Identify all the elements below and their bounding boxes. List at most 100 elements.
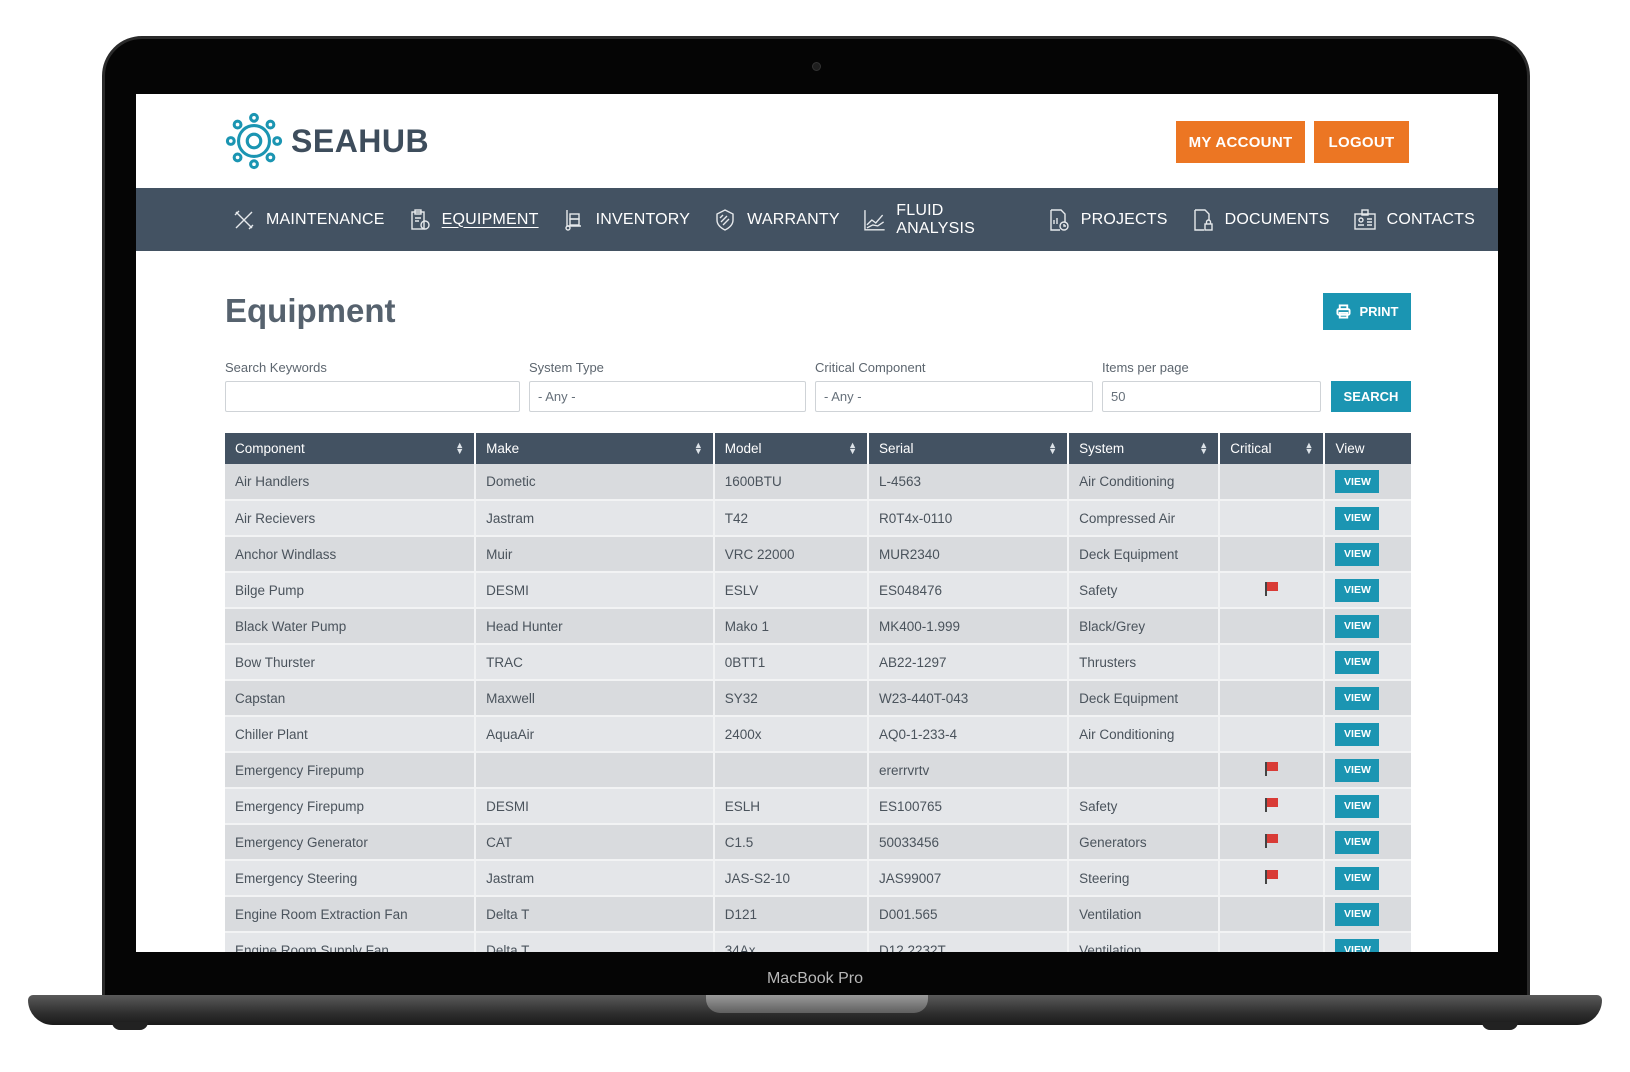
filter-items-per-page: Items per page 50 [1102, 360, 1321, 412]
view-button[interactable]: VIEW [1335, 794, 1380, 818]
column-header-critical[interactable]: Critical ▲ ▼ [1219, 433, 1326, 464]
keywords-input[interactable] [225, 381, 520, 412]
tools-icon [234, 210, 254, 229]
critical-flag-icon [1264, 581, 1279, 596]
cell-model: SY32 [713, 680, 870, 717]
cell-serial: MK400-1.999 [868, 608, 1070, 645]
view-button[interactable]: VIEW [1335, 686, 1380, 710]
print-label: PRINT [1359, 304, 1399, 319]
cell-system: Ventilation [1068, 896, 1221, 933]
id-badge-icon [1353, 208, 1376, 230]
cell-critical [1219, 500, 1326, 537]
cell-model: D121 [713, 896, 870, 933]
cell-critical [1219, 932, 1326, 952]
cell-critical [1219, 788, 1326, 825]
view-button[interactable]: VIEW [1335, 866, 1380, 890]
nav-item-maintenance[interactable]: MAINTENANCE [232, 208, 385, 232]
cell-make: Delta T [475, 896, 715, 933]
cell-make: Head Hunter [475, 608, 715, 645]
items-per-page-input[interactable]: 50 [1102, 381, 1321, 412]
view-button[interactable]: VIEW [1335, 542, 1380, 566]
column-header-component[interactable]: Component ▲ ▼ [225, 433, 477, 464]
cell-model: ESLH [713, 788, 870, 825]
cell-view: VIEW [1324, 464, 1411, 501]
table-row: Anchor Windlass Muir VRC 22000 MUR2340 Deck … [225, 536, 1411, 573]
cell-view: VIEW [1324, 572, 1411, 609]
nav-item-projects[interactable]: PROJECTS [1047, 208, 1168, 232]
logo-text: SEAHUB [291, 122, 430, 159]
system-type-select[interactable]: - Any - [529, 381, 806, 412]
nav-item-equipment[interactable]: EQUIPMENT [408, 208, 539, 232]
clipboard-gear-icon [410, 208, 430, 230]
line-chart-icon [863, 209, 885, 231]
cell-component: Emergency Generator [225, 824, 477, 861]
cell-make: Maxwell [475, 680, 715, 717]
table-body: Air Handlers Dometic 1600BTU L-4563 Air Cond… [225, 464, 1411, 952]
logout-button[interactable]: LOGOUT [1314, 121, 1409, 163]
nav-item-inventory[interactable]: INVENTORY [562, 208, 691, 232]
cell-serial: MUR2340 [868, 536, 1070, 573]
sort-icon: ▲ ▼ [1199, 440, 1209, 456]
column-header-model[interactable]: Model ▲ ▼ [713, 433, 870, 464]
cell-make: AquaAir [475, 716, 715, 753]
view-button[interactable]: VIEW [1335, 470, 1380, 493]
nav-item-fluid-analysis[interactable]: FLUID ANALYSIS [863, 202, 1024, 238]
cell-component: Bilge Pump [225, 572, 477, 609]
device-label: MacBook Pro [766, 970, 864, 987]
critical-flag-icon [1264, 797, 1279, 812]
cell-serial: ererrvrtv [868, 752, 1070, 789]
nav-item-documents[interactable]: DOCUMENTS [1191, 208, 1330, 232]
table-row: Engine Room Extraction Fan Delta T D121 D00… [225, 896, 1411, 933]
cell-view: VIEW [1324, 500, 1411, 537]
view-button[interactable]: VIEW [1335, 578, 1380, 602]
nav-label: DOCUMENTS [1224, 210, 1330, 228]
view-button[interactable]: VIEW [1335, 938, 1380, 952]
view-button[interactable]: VIEW [1335, 614, 1380, 638]
cell-critical [1219, 644, 1326, 681]
cell-component: Emergency Firepump [225, 752, 477, 789]
cell-critical [1219, 572, 1326, 609]
column-label: Model [724, 441, 762, 456]
nav-item-warranty[interactable]: WARRANTY [713, 208, 840, 232]
search-button[interactable]: SEARCH [1331, 381, 1411, 412]
print-button[interactable]: PRINT [1323, 293, 1411, 330]
table-row: Engine Room Supply Fan Delta T 34Ax D12.223… [225, 932, 1411, 952]
laptop-foot [112, 1022, 148, 1030]
nav-label: CONTACTS [1386, 210, 1475, 228]
cell-component: Anchor Windlass [225, 536, 477, 573]
view-button[interactable]: VIEW [1335, 722, 1380, 746]
table-row: Black Water Pump Head Hunter Mako 1 MK400-1… [225, 608, 1411, 645]
nav-label: INVENTORY [595, 210, 691, 228]
logo[interactable]: SEAHUB [225, 112, 429, 170]
critical-component-select[interactable]: - Any - [815, 381, 1093, 412]
cell-view: VIEW [1324, 644, 1411, 681]
table-row: Emergency Generator CAT C1.5 50033456 Genera… [225, 824, 1411, 861]
cell-view: VIEW [1324, 824, 1411, 861]
filter-critical-component: Critical Component - Any - [815, 360, 1093, 412]
view-button[interactable]: VIEW [1335, 758, 1380, 782]
cell-system: Deck Equipment [1068, 680, 1221, 717]
column-header-make[interactable]: Make ▲ ▼ [475, 433, 715, 464]
cell-critical [1219, 680, 1326, 717]
nav-item-contacts[interactable]: CONTACTS [1353, 208, 1475, 232]
column-header-serial[interactable]: Serial ▲ ▼ [868, 433, 1070, 464]
filter-keywords: Search Keywords [225, 360, 520, 412]
view-button[interactable]: VIEW [1335, 830, 1380, 854]
cell-view: VIEW [1324, 896, 1411, 933]
screen: SEAHUB MY ACCOUNT LOGOUT MAINTENANCE EQU… [136, 94, 1498, 952]
cell-critical [1219, 896, 1326, 933]
column-header-system[interactable]: System ▲ ▼ [1068, 433, 1221, 464]
cell-component: Air Handlers [225, 464, 477, 501]
critical-flag-icon [1264, 833, 1279, 848]
view-button[interactable]: VIEW [1335, 506, 1380, 530]
column-label: View [1335, 441, 1365, 456]
cell-model: JAS-S2-10 [713, 860, 870, 897]
cell-system: Steering [1068, 860, 1221, 897]
sort-icon: ▲ ▼ [848, 440, 857, 456]
view-button[interactable]: VIEW [1335, 650, 1380, 674]
cell-model: C1.5 [713, 824, 870, 861]
view-button[interactable]: VIEW [1335, 902, 1380, 926]
cell-view: VIEW [1324, 716, 1411, 753]
my-account-button[interactable]: MY ACCOUNT [1176, 121, 1305, 163]
cell-system: Safety [1068, 572, 1221, 609]
